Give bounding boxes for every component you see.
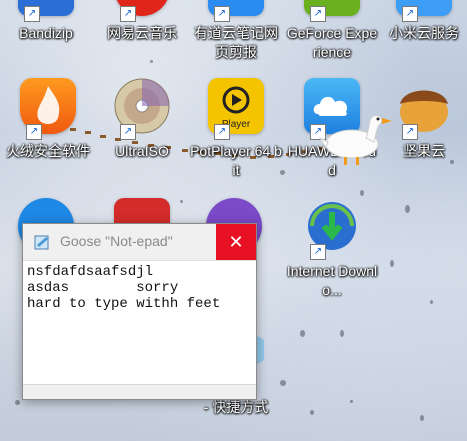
desktop-icon-bandizip[interactable]: ↗ Bandizip xyxy=(0,0,92,43)
icon-label: UltraISO xyxy=(115,143,169,159)
shortcut-arrow-icon: ↗ xyxy=(214,6,230,22)
shortcut-arrow-icon: ↗ xyxy=(310,6,326,22)
icon-label: Bandizip xyxy=(19,25,73,41)
goose-icon[interactable] xyxy=(318,108,398,173)
shortcut-arrow-icon: ↗ xyxy=(24,6,40,22)
desktop-icon-potplayer[interactable]: Player ↗ PotPlayer 64 bit xyxy=(190,78,282,180)
icon-label: 网易云音乐 xyxy=(107,25,177,41)
shortcut-arrow-icon: ↗ xyxy=(214,124,230,140)
ultraiso-icon: ↗ xyxy=(114,78,170,140)
icon-label: 火绒安全软件 xyxy=(6,143,90,159)
shortcut-arrow-icon: ↗ xyxy=(120,6,136,22)
icon-label: - 快捷方式 xyxy=(203,399,269,415)
notepad-window[interactable]: Goose "Not-epad" ✕ nsfdafdsaafsdjl asdas … xyxy=(22,223,257,400)
desktop-icon-idm[interactable]: ↗ Internet Downlo... xyxy=(286,198,378,300)
notepad-titlebar[interactable]: Goose "Not-epad" ✕ xyxy=(23,224,256,261)
shortcut-arrow-icon: ↗ xyxy=(120,124,136,140)
horizontal-scrollbar[interactable] xyxy=(23,384,256,399)
desktop-icon-netease-music[interactable]: ↗ 网易云音乐 xyxy=(96,0,188,43)
icon-label: PotPlayer 64 bit xyxy=(190,143,282,178)
text-line: asdas sorry xyxy=(27,280,179,296)
jianguoyun-icon: ↗ xyxy=(396,78,452,140)
desktop-icon-ultraiso[interactable]: ↗ UltraISO xyxy=(96,78,188,161)
notepad-text-area[interactable]: nsfdafdsaafsdjl asdas sorry hard to type w… xyxy=(27,264,252,395)
close-button[interactable]: ✕ xyxy=(216,224,256,260)
shortcut-arrow-icon: ↗ xyxy=(402,124,418,140)
window-title: Goose "Not-epad" xyxy=(60,233,173,249)
potplayer-icon: Player ↗ xyxy=(208,78,264,140)
desktop-icon-geforce[interactable]: ↗ GeForce Experience xyxy=(286,0,378,62)
text-line: nsfdafdsaafsdjl xyxy=(27,264,154,280)
shortcut-arrow-icon: ↗ xyxy=(310,244,326,260)
shortcut-arrow-icon: ↗ xyxy=(26,124,42,140)
notepad-icon xyxy=(34,235,49,250)
icon-label: 有道云笔记网页剪报 xyxy=(194,25,278,60)
desktop-icon-youdao-note[interactable]: ↗ 有道云笔记网页剪报 xyxy=(190,0,282,62)
icon-label: GeForce Experience xyxy=(286,25,378,60)
idm-icon: ↗ xyxy=(304,198,360,260)
desktop-icon-huorong[interactable]: ↗ 火绒安全软件 xyxy=(2,78,94,161)
icon-label: Internet Downlo... xyxy=(286,263,378,298)
huorong-icon: ↗ xyxy=(20,78,76,140)
text-line: hard to type withh feet xyxy=(27,296,221,312)
icon-label: 小米云服务 xyxy=(389,25,459,41)
shortcut-arrow-icon: ↗ xyxy=(402,6,418,22)
desktop-icon-mi-cloud[interactable]: ↗ 小米云服务 xyxy=(378,0,467,43)
